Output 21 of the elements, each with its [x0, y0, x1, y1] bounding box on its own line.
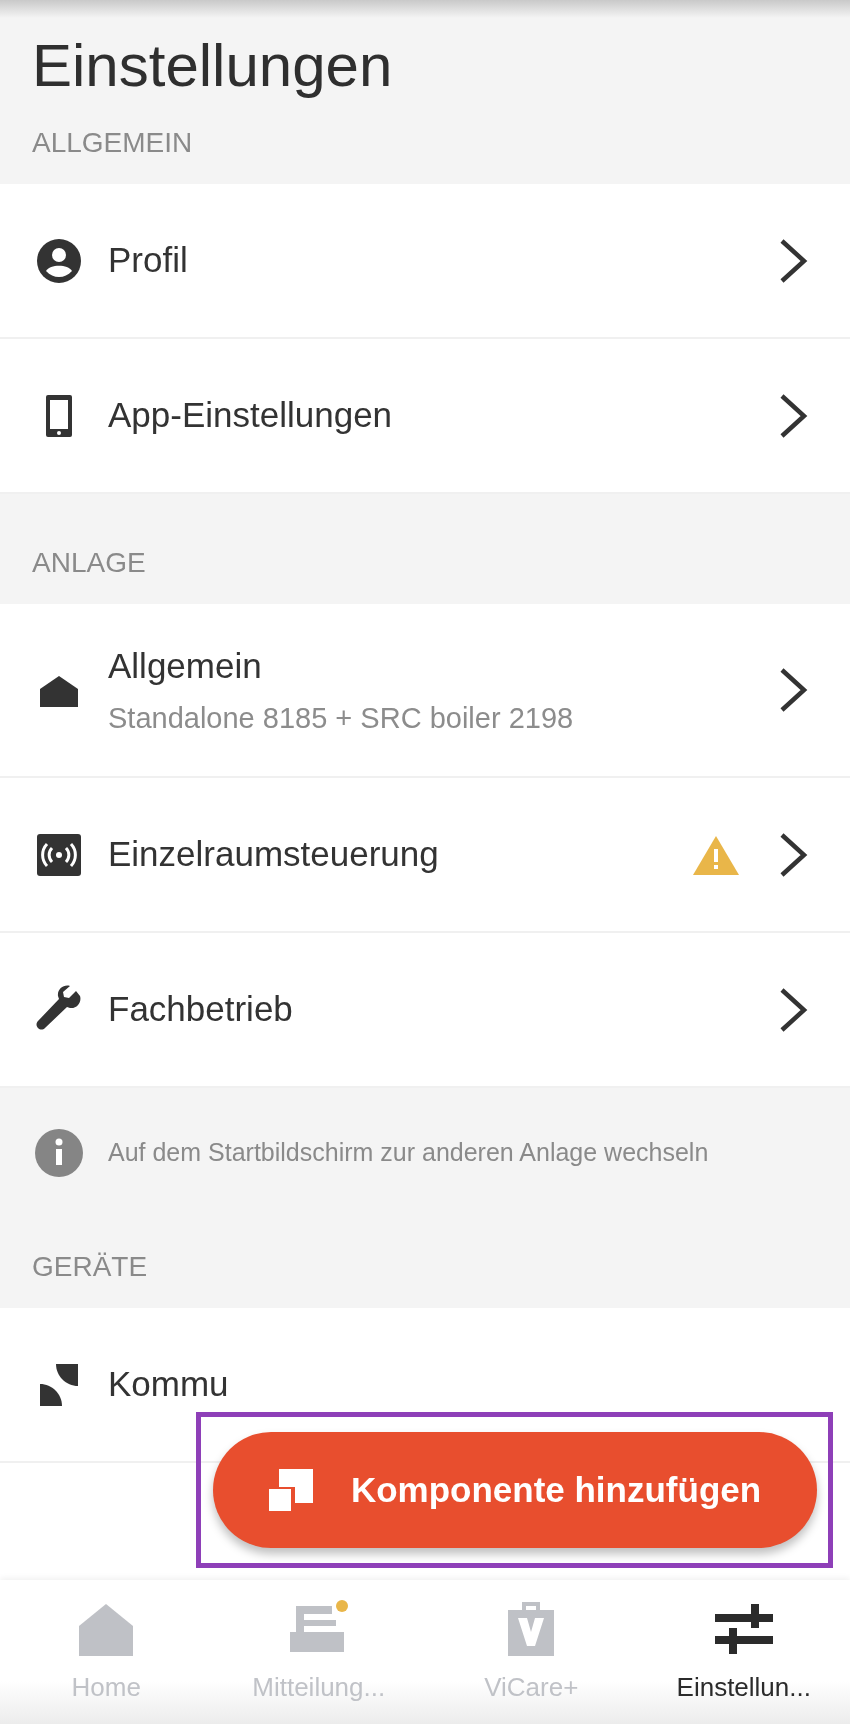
add-component-icon	[268, 1467, 315, 1513]
settings-row[interactable]: Profil	[0, 184, 850, 339]
settings-row[interactable]: App-Einstellungen	[0, 339, 850, 494]
row-label: Allgemein	[108, 645, 263, 687]
row-subtitle: Standalone 8185 + SRC boiler 2198	[108, 700, 575, 736]
row-label: Fachbetrieb	[108, 988, 294, 1031]
section-header: GERÄTE	[32, 1250, 148, 1284]
nav-tab[interactable]: Einstellun...	[637, 1580, 850, 1724]
row-label: Profil	[108, 239, 189, 282]
settings-row[interactable]: Einzelraumsteuerung	[0, 778, 850, 933]
add-component-button[interactable]: Komponente hinzufügen	[213, 1432, 817, 1548]
row-label: Kommu	[108, 1363, 230, 1406]
section-header: ANLAGE	[32, 546, 146, 580]
page-title: Einstellungen	[32, 31, 394, 101]
row-label: App-Einstellungen	[108, 394, 394, 437]
info-text: Auf dem Startbildschirm zur anderen Anlage wechseln	[108, 1137, 709, 1169]
settings-row[interactable]: Allgemein Standalone 8185 + SRC boiler 2198	[0, 604, 850, 778]
section-header: ALLGEMEIN	[32, 126, 193, 160]
settings-row[interactable]: Fachbetrieb	[0, 933, 850, 1088]
info-icon	[34, 1128, 84, 1178]
row-label: Einzelraumsteuerung	[108, 833, 440, 876]
